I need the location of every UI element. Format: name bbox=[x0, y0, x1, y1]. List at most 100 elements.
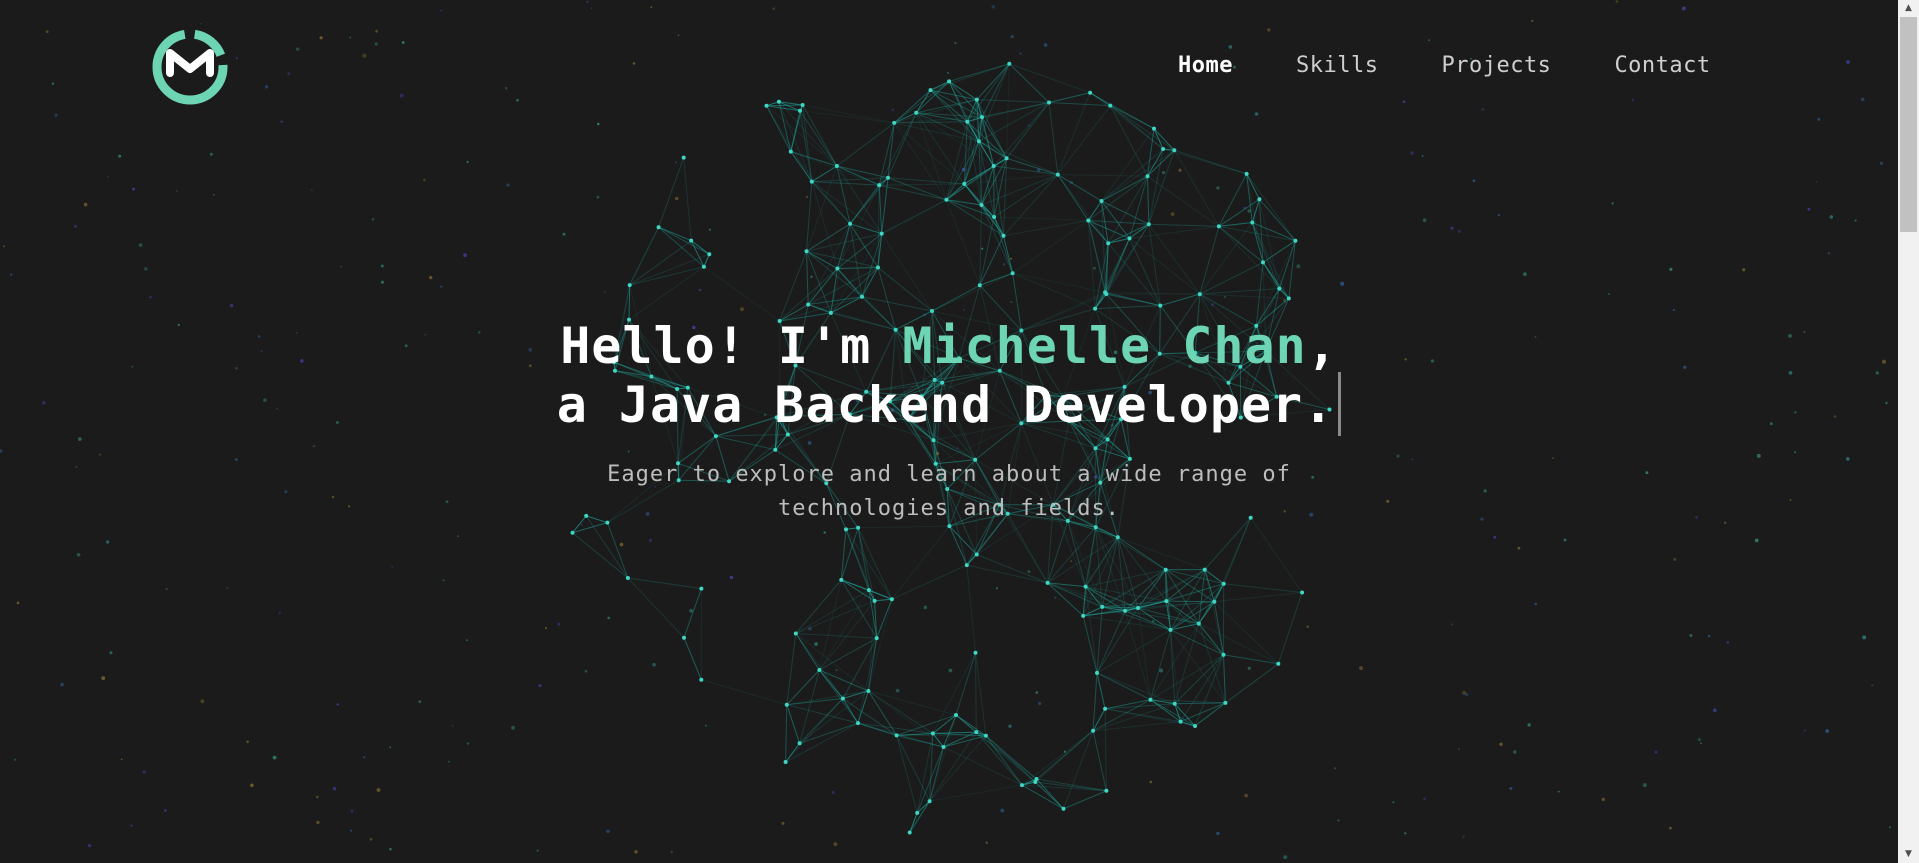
star-dot bbox=[1038, 701, 1042, 706]
network-node bbox=[817, 668, 822, 672]
star-dot bbox=[442, 579, 445, 582]
network-node bbox=[876, 265, 880, 270]
star-dot bbox=[1392, 801, 1395, 804]
star-dot bbox=[101, 676, 106, 680]
star-dot bbox=[1457, 230, 1461, 233]
star-dot bbox=[118, 154, 122, 158]
nav-skills[interactable]: Skills bbox=[1296, 50, 1378, 82]
star-dot bbox=[363, 756, 366, 759]
star-dot bbox=[1673, 558, 1677, 561]
network-node bbox=[798, 108, 802, 113]
star-dot bbox=[705, 724, 707, 727]
network-node bbox=[1083, 584, 1088, 589]
star-dot bbox=[1879, 161, 1883, 165]
star-dot bbox=[316, 820, 320, 825]
star-dot bbox=[781, 821, 785, 825]
network-node bbox=[973, 650, 978, 655]
network-node bbox=[1197, 292, 1202, 297]
network-node bbox=[874, 636, 879, 641]
network-node bbox=[944, 197, 949, 202]
star-dot bbox=[562, 232, 566, 236]
network-node bbox=[840, 696, 845, 701]
star-dot bbox=[1615, 0, 1619, 3]
network-node bbox=[699, 677, 704, 682]
network-node bbox=[965, 119, 970, 124]
network-node bbox=[974, 730, 979, 735]
star-dot bbox=[332, 786, 337, 791]
network-node bbox=[941, 745, 946, 749]
page-scrollbar[interactable]: ▲ ▼ bbox=[1898, 0, 1919, 863]
star-dot bbox=[109, 651, 113, 655]
star-dot bbox=[51, 82, 55, 85]
site-logo-icon[interactable] bbox=[152, 29, 228, 105]
network-node bbox=[1047, 100, 1051, 105]
star-dot bbox=[1027, 570, 1031, 574]
network-node bbox=[1095, 670, 1099, 675]
star-dot bbox=[1754, 538, 1759, 543]
star-dot bbox=[590, 7, 593, 9]
network-node bbox=[1277, 286, 1282, 291]
star-dot bbox=[1423, 797, 1426, 801]
star-dot bbox=[54, 113, 58, 117]
network-node bbox=[1061, 806, 1066, 811]
star-dot bbox=[451, 725, 454, 727]
star-dot bbox=[287, 72, 291, 76]
star-dot bbox=[831, 791, 835, 794]
star-dot bbox=[740, 307, 744, 312]
scroll-up-arrow-icon[interactable]: ▲ bbox=[1898, 0, 1919, 17]
network-node bbox=[1034, 777, 1039, 781]
star-dot bbox=[923, 605, 928, 610]
network-node bbox=[1127, 236, 1132, 241]
nav-contact[interactable]: Contact bbox=[1614, 50, 1710, 82]
star-dot bbox=[619, 542, 624, 547]
network-node bbox=[1106, 241, 1111, 246]
star-dot bbox=[1458, 748, 1460, 751]
network-node bbox=[1007, 61, 1012, 66]
star-dot bbox=[1862, 635, 1867, 640]
star-dot bbox=[1534, 602, 1537, 606]
network-node bbox=[701, 264, 706, 269]
star-dot bbox=[1493, 535, 1497, 539]
network-node bbox=[928, 88, 933, 93]
star-dot bbox=[362, 53, 367, 58]
star-dot bbox=[516, 99, 519, 102]
network-node bbox=[947, 79, 952, 84]
nav-projects[interactable]: Projects bbox=[1441, 50, 1551, 82]
network-node bbox=[809, 179, 814, 184]
main-nav: Home Skills Projects Contact bbox=[1178, 50, 1711, 82]
star-dot bbox=[948, 668, 953, 673]
star-dot bbox=[1607, 293, 1610, 296]
star-dot bbox=[212, 194, 215, 196]
network-node bbox=[894, 733, 899, 738]
nav-home[interactable]: Home bbox=[1178, 50, 1233, 82]
star-dot bbox=[1019, 52, 1022, 55]
network-node bbox=[907, 830, 912, 835]
network-node bbox=[776, 99, 781, 104]
network-node bbox=[1223, 700, 1228, 705]
star-dot bbox=[1010, 35, 1014, 39]
star-dot bbox=[9, 273, 13, 276]
star-dot bbox=[440, 9, 443, 12]
star-dot bbox=[954, 41, 957, 45]
star-dot bbox=[1254, 112, 1259, 116]
network-node bbox=[1286, 296, 1291, 301]
star-dot bbox=[675, 161, 677, 164]
star-dot bbox=[504, 86, 508, 90]
star-dot bbox=[1712, 708, 1717, 713]
page: Home Skills Projects Contact Hello! I'm … bbox=[0, 0, 1919, 863]
star-dot bbox=[1450, 226, 1454, 230]
star-dot bbox=[340, 265, 342, 268]
scroll-down-arrow-icon[interactable]: ▼ bbox=[1898, 846, 1919, 863]
star-dot bbox=[538, 684, 542, 688]
network-node bbox=[974, 552, 979, 557]
star-dot bbox=[1244, 793, 1248, 798]
star-dot bbox=[1497, 214, 1500, 217]
network-node bbox=[848, 221, 853, 226]
scroll-thumb[interactable] bbox=[1900, 17, 1917, 232]
star-dot bbox=[1283, 855, 1288, 860]
star-dot bbox=[463, 253, 467, 257]
network-node bbox=[656, 225, 661, 230]
star-dot bbox=[315, 795, 319, 799]
network-node bbox=[954, 713, 958, 717]
star-dot bbox=[1070, 560, 1073, 563]
